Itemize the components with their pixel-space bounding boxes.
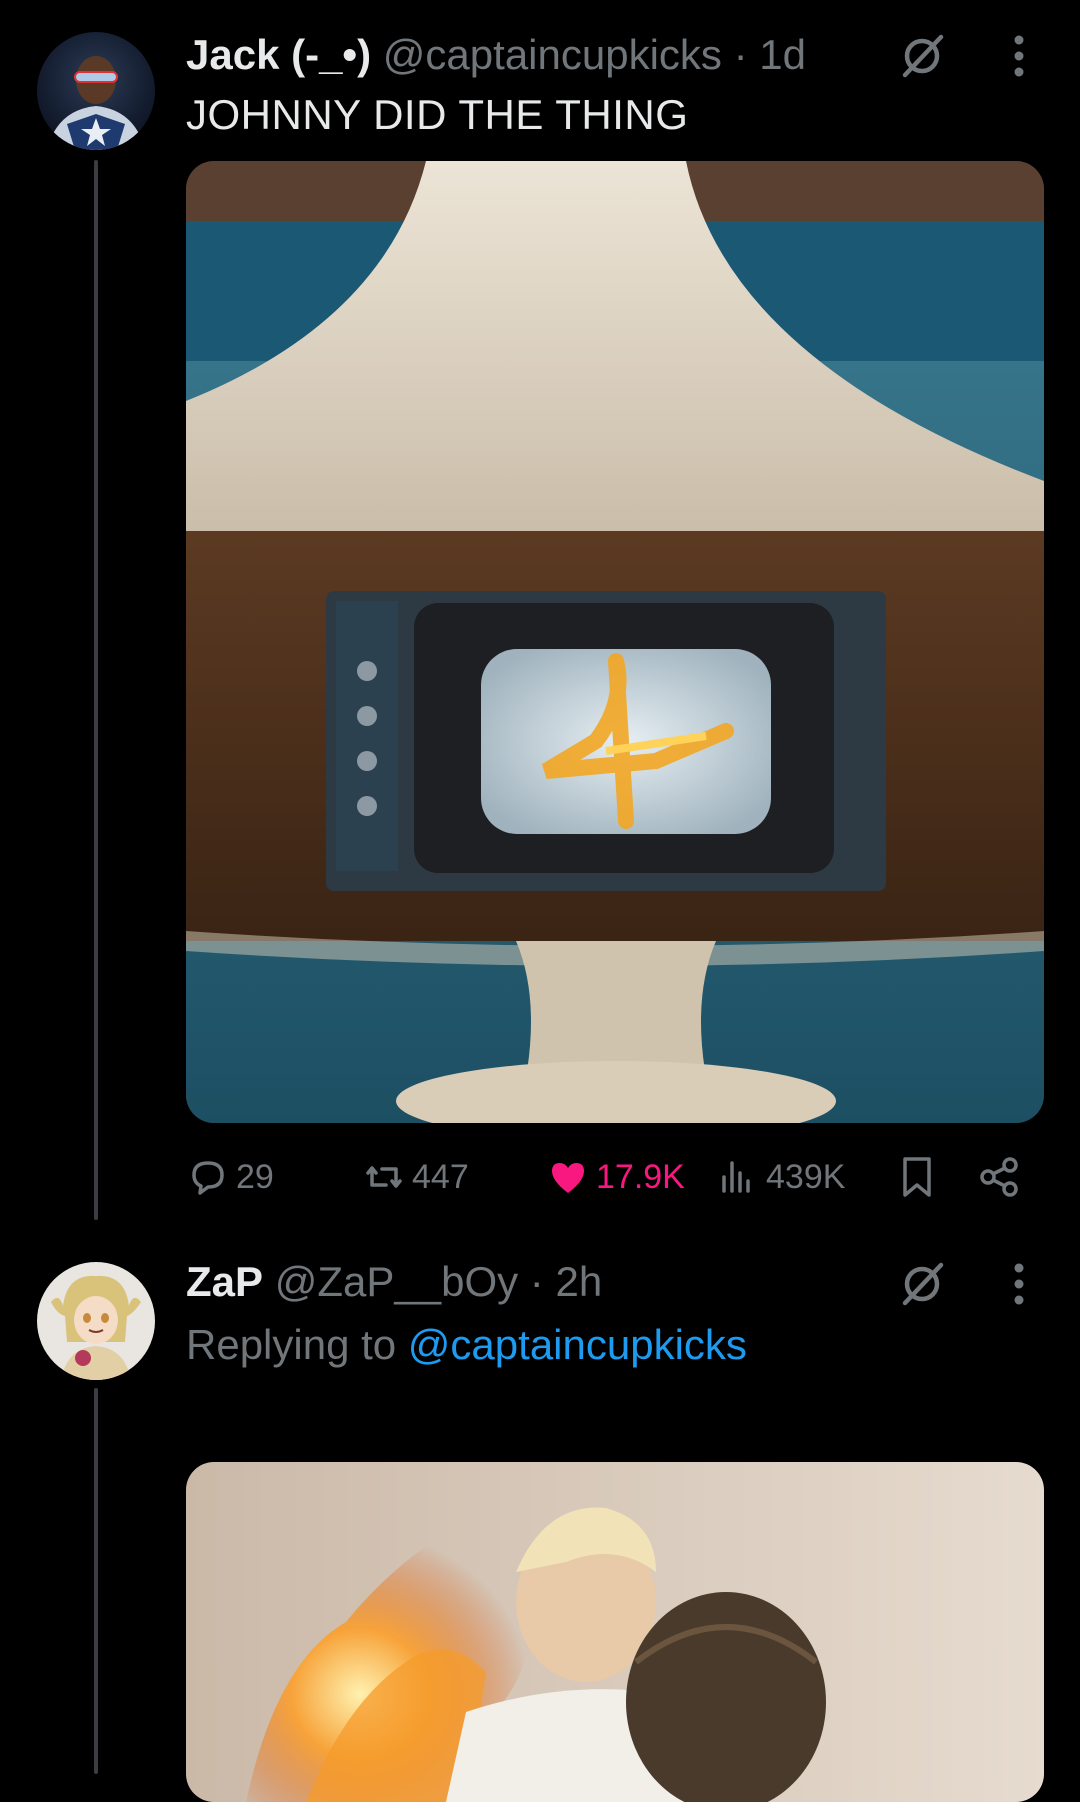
reply-button[interactable]: 29 xyxy=(186,1152,274,1202)
views-button[interactable]: 439K xyxy=(716,1152,845,1202)
repost-icon xyxy=(366,1166,402,1188)
tweet2-header: ZaP @ZaP__bOy · 2h xyxy=(186,1261,602,1303)
user-handle[interactable]: @ZaP__bOy xyxy=(275,1258,518,1305)
separator: · xyxy=(733,31,748,78)
more-icon[interactable] xyxy=(1004,1256,1034,1312)
repost-count: 447 xyxy=(412,1157,469,1196)
display-name[interactable]: ZaP xyxy=(186,1258,263,1305)
views-icon xyxy=(722,1161,750,1193)
tweet1-image[interactable] xyxy=(186,161,1044,1123)
more-icon[interactable] xyxy=(1004,28,1034,84)
like-count: 17.9K xyxy=(596,1157,685,1196)
views-count: 439K xyxy=(766,1157,846,1196)
replying-prefix: Replying to xyxy=(186,1321,397,1368)
thread-line-bottom xyxy=(94,1388,98,1774)
user-handle[interactable]: @captaincupkicks xyxy=(383,31,722,78)
replying-to: Replying to @captaincupkicks xyxy=(186,1320,747,1370)
replying-to-mention[interactable]: @captaincupkicks xyxy=(408,1321,747,1368)
tweet1-header: Jack (-_•) @captaincupkicks · 1d xyxy=(186,34,806,76)
thread-line-top xyxy=(94,160,98,1220)
grok-icon[interactable] xyxy=(892,26,952,86)
bookmark-icon[interactable] xyxy=(892,1152,942,1202)
avatar-jack[interactable] xyxy=(37,32,155,150)
repost-button[interactable]: 447 xyxy=(362,1152,469,1202)
like-icon xyxy=(552,1163,584,1193)
separator: · xyxy=(529,1258,544,1305)
timestamp[interactable]: 2h xyxy=(555,1258,602,1305)
like-button[interactable]: 17.9K xyxy=(546,1152,685,1202)
grok-icon[interactable] xyxy=(892,1254,952,1314)
share-icon[interactable] xyxy=(974,1152,1026,1202)
timestamp[interactable]: 1d xyxy=(759,31,806,78)
tweet-text: JOHNNY DID THE THING xyxy=(186,91,689,138)
reply-icon xyxy=(192,1161,224,1195)
tweet2-image[interactable] xyxy=(186,1462,1044,1802)
reply-count: 29 xyxy=(236,1157,274,1196)
avatar-zap[interactable] xyxy=(37,1262,155,1380)
display-name[interactable]: Jack (-_•) xyxy=(186,31,371,78)
